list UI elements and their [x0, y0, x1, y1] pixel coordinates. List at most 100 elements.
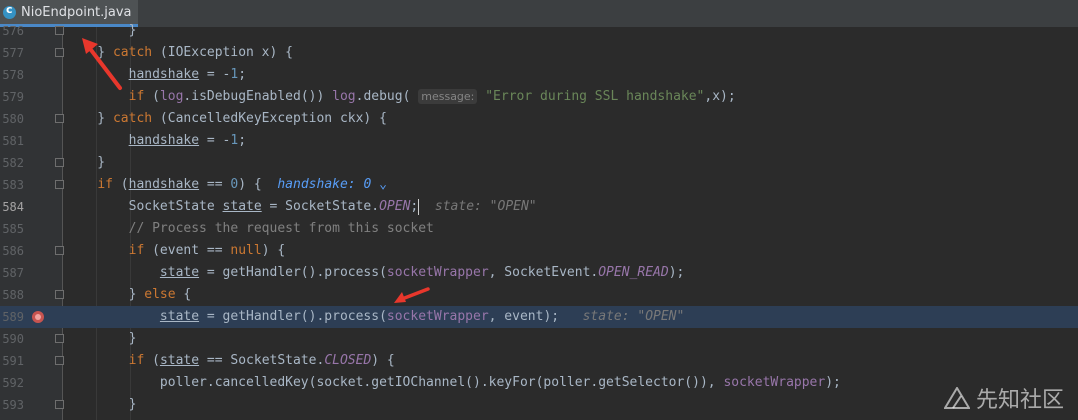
- code-token: ) {: [238, 177, 278, 192]
- line-number[interactable]: 579: [0, 86, 24, 108]
- variable: handshake: [128, 133, 200, 148]
- code-text: state = getHandler().process(socketWrapp…: [66, 262, 684, 284]
- code-line[interactable]: 576 }: [0, 20, 1078, 42]
- code-editor[interactable]: 576 } 577 } catch (IOException x) {578 ha…: [0, 23, 1078, 420]
- variable: state: [159, 353, 200, 368]
- code-line[interactable]: 589 state = getHandler().process(socketW…: [0, 306, 1078, 328]
- fold-marker-icon[interactable]: [55, 334, 64, 343]
- line-number[interactable]: 576: [0, 20, 24, 42]
- code-line[interactable]: 592 poller.cancelledKey(socket.getIOChan…: [0, 372, 1078, 394]
- line-number[interactable]: 578: [0, 64, 24, 86]
- keyword: null: [230, 243, 262, 258]
- line-number[interactable]: 588: [0, 284, 24, 306]
- line-number[interactable]: 580: [0, 108, 24, 130]
- code-line[interactable]: 590 }: [0, 328, 1078, 350]
- watermark: 先知社区: [943, 382, 1064, 414]
- line-number[interactable]: 589: [0, 306, 24, 328]
- line-number[interactable]: 593: [0, 394, 24, 416]
- chevron-down-icon[interactable]: ⌄: [379, 177, 387, 192]
- code-line[interactable]: 587 state = getHandler().process(socketW…: [0, 262, 1078, 284]
- code-line[interactable]: 588 } else {: [0, 284, 1078, 306]
- keyword: if: [128, 243, 145, 258]
- fold-marker-icon[interactable]: [55, 356, 64, 365]
- constant: OPEN_READ: [598, 265, 669, 280]
- code-line[interactable]: 579 if (log.isDebugEnabled()) log.debug(…: [0, 86, 1078, 108]
- code-line[interactable]: 581 handshake = -1;: [0, 130, 1078, 152]
- code-token: (event ==: [144, 243, 231, 258]
- code-token: = getHandler().process(: [199, 309, 387, 324]
- line-number[interactable]: 590: [0, 328, 24, 350]
- code-text: if (state == SocketState.CLOSED) {: [66, 350, 395, 372]
- code-token: ,x);: [704, 89, 736, 104]
- line-number[interactable]: 583: [0, 174, 24, 196]
- code-token: );: [668, 265, 685, 280]
- code-line[interactable]: 586 if (event == null) {: [0, 240, 1078, 262]
- code-token: }: [66, 155, 106, 170]
- fold-marker-icon[interactable]: [55, 246, 64, 255]
- fold-marker-icon[interactable]: [55, 400, 64, 409]
- code-text: } else {: [66, 284, 192, 306]
- code-line[interactable]: 578 handshake = -1;: [0, 64, 1078, 86]
- code-token: ;: [410, 199, 419, 214]
- code-text: state = getHandler().process(socketWrapp…: [66, 306, 684, 328]
- fold-marker-icon[interactable]: [55, 48, 64, 57]
- tab-label: NioEndpoint.java: [21, 4, 132, 20]
- code-token: (: [144, 89, 160, 104]
- line-number[interactable]: 587: [0, 262, 24, 284]
- code-text: if (log.isDebugEnabled()) log.debug( mes…: [66, 86, 736, 108]
- code-token: }: [66, 111, 113, 126]
- code-token: ) {: [371, 353, 395, 368]
- field: log: [159, 89, 184, 104]
- inline-value-hint: state: "OPEN": [419, 199, 537, 214]
- field: socketWrapper: [386, 265, 489, 280]
- line-number[interactable]: 582: [0, 152, 24, 174]
- line-number[interactable]: 584: [0, 196, 24, 218]
- inline-value-hint: state: "OPEN": [559, 309, 685, 324]
- field: socketWrapper: [386, 309, 489, 324]
- code-line[interactable]: 585 // Process the request from this soc…: [0, 218, 1078, 240]
- code-text: }: [66, 394, 137, 416]
- breakpoint-icon[interactable]: [32, 311, 44, 323]
- code-text: }: [66, 152, 105, 174]
- keyword: else: [144, 287, 176, 302]
- line-number[interactable]: 585: [0, 218, 24, 240]
- code-token: poller.cancelledKey(socket.getIOChannel(…: [66, 375, 724, 390]
- code-text: poller.cancelledKey(socket.getIOChannel(…: [66, 372, 841, 394]
- code-token: (: [144, 353, 160, 368]
- code-token: }: [66, 23, 137, 38]
- xianzhi-logo-icon: [943, 387, 970, 409]
- code-line[interactable]: 593 }: [0, 394, 1078, 416]
- line-number[interactable]: 577: [0, 42, 24, 64]
- code-token: }: [66, 397, 137, 412]
- code-line[interactable]: 583 if (handshake == 0) { handshake: 0 ⌄: [0, 174, 1078, 196]
- code-text: }: [66, 328, 137, 350]
- code-token: ) {: [261, 243, 286, 258]
- code-line[interactable]: 584 SocketState state = SocketState.OPEN…: [0, 196, 1078, 218]
- line-number[interactable]: 586: [0, 240, 24, 262]
- code-token: (: [112, 177, 129, 192]
- keyword: catch: [112, 111, 153, 126]
- code-text: // Process the request from this socket: [66, 218, 434, 240]
- fold-marker-icon[interactable]: [55, 158, 64, 167]
- fold-marker-icon[interactable]: [55, 114, 64, 123]
- line-number[interactable]: 581: [0, 130, 24, 152]
- code-line[interactable]: 577 } catch (IOException x) {: [0, 42, 1078, 64]
- code-line[interactable]: 591 if (state == SocketState.CLOSED) {: [0, 350, 1078, 372]
- keyword: if: [128, 353, 145, 368]
- code-line[interactable]: 580 } catch (CancelledKeyException ckx) …: [0, 108, 1078, 130]
- fold-marker-icon[interactable]: [55, 180, 64, 189]
- code-text: } catch (CancelledKeyException ckx) {: [66, 108, 387, 130]
- code-token: = -: [199, 67, 231, 82]
- fold-marker-icon[interactable]: [55, 290, 64, 299]
- variable: handshake: [128, 67, 200, 82]
- code-text: SocketState state = SocketState.OPEN; st…: [66, 196, 537, 218]
- fold-marker-icon[interactable]: [55, 26, 64, 35]
- code-token: (IOException x) {: [152, 45, 293, 60]
- code-text: if (handshake == 0) { handshake: 0 ⌄: [66, 174, 387, 196]
- variable: state: [222, 199, 262, 214]
- field: socketWrapper: [723, 375, 826, 390]
- code-line[interactable]: 582 }: [0, 152, 1078, 174]
- line-number[interactable]: 591: [0, 350, 24, 372]
- line-number[interactable]: 592: [0, 372, 24, 394]
